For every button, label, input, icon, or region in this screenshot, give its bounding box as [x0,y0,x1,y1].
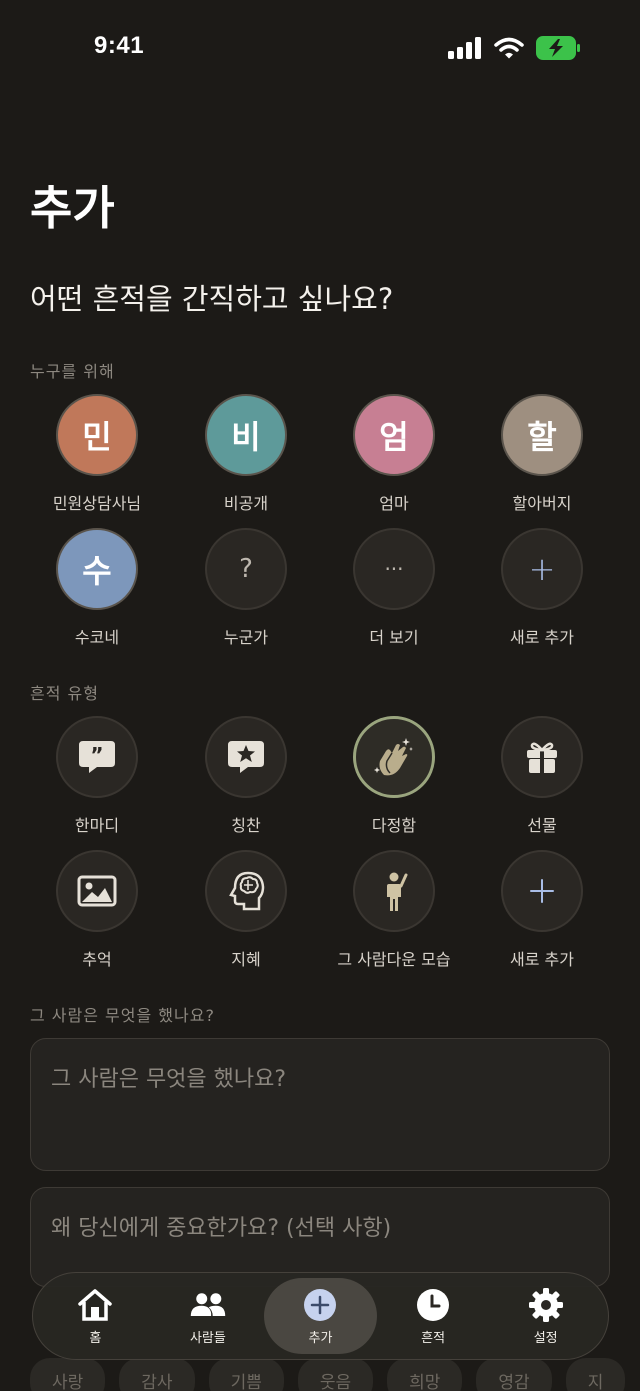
status-bar: 9:41 [0,0,640,96]
people-section-label: 누구를 위해 [30,362,115,381]
status-icons [448,36,582,60]
tab-add-label: 추가 [308,1330,333,1346]
tab-settings[interactable]: 설정 [489,1278,602,1354]
person-item[interactable]: 수 수코네 [23,528,171,648]
type-section-label: 흔적 유형 [30,684,99,703]
what-section-label: 그 사람은 무엇을 했나요? [30,1006,215,1025]
someone-label: 누군가 [223,628,269,647]
type-label: 새로 추가 [510,950,574,969]
tab-traces[interactable]: 흔적 [377,1278,490,1354]
type-item[interactable]: 다정함 [320,716,468,836]
why-placeholder: 왜 당신에게 중요한가요? (선택 사항) [51,1216,392,1241]
add-person-label: 새로 추가 [510,628,574,647]
tab-home-label: 홈 [89,1330,102,1346]
tab-settings-label: 설정 [533,1330,558,1346]
person-name: 할아버지 [512,494,572,513]
person-waving-icon[interactable] [353,850,435,932]
type-item[interactable]: 지혜 [172,850,320,970]
type-label: 다정함 [371,816,417,835]
person-name: 민원상담사님 [52,494,142,513]
person-name: 비공개 [223,494,269,513]
what-textarea[interactable]: 그 사람은 무엇을 했나요? [30,1038,610,1171]
gift-icon[interactable] [501,716,583,798]
tab-add[interactable]: 추가 [264,1278,377,1354]
add-type-item[interactable]: 새로 추가 [468,850,616,970]
more-label: 더 보기 [369,628,419,647]
emotion-chip[interactable]: 기쁨 [208,1358,284,1391]
type-label: 그 사람다운 모습 [337,950,451,969]
clapping-hands-icon[interactable] [353,716,435,798]
type-label: 칭찬 [231,816,261,835]
person-name: 엄마 [379,494,409,513]
type-item[interactable]: 추억 [23,850,171,970]
person-item[interactable]: 엄 엄마 [320,394,468,514]
photo-icon[interactable] [56,850,138,932]
signal-icon [448,37,481,59]
plus-icon[interactable]: + [501,528,583,610]
person-item[interactable]: 민 민원상담사님 [23,394,171,514]
tab-people-label: 사람들 [189,1330,226,1346]
battery-charging-icon [536,36,580,60]
type-item[interactable]: 칭찬 [172,716,320,836]
wifi-icon [494,37,524,59]
person-item[interactable]: 비 비공개 [172,394,320,514]
tab-bar: 홈 사람들 추가 흔적 설정 [32,1272,609,1360]
star-bubble-icon[interactable] [205,716,287,798]
more-item[interactable]: ··· 더 보기 [320,528,468,648]
someone-item[interactable]: ? 누군가 [172,528,320,648]
avatar[interactable]: 수 [56,528,138,610]
person-item[interactable]: 할 할아버지 [468,394,616,514]
avatar[interactable]: 할 [501,394,583,476]
svg-text:”: ” [90,743,103,767]
gear-icon [528,1287,564,1323]
emotion-chip[interactable]: 희망 [387,1358,463,1391]
people-icon [190,1287,226,1323]
emotion-chip[interactable]: 사랑 [30,1358,106,1391]
type-label: 추억 [82,950,112,969]
status-time: 9:41 [94,32,145,59]
emotion-chips: 사랑 감사 기쁨 웃음 희망 영감 지 [30,1358,626,1391]
type-item[interactable]: 그 사람다운 모습 [320,850,468,970]
type-label: 한마디 [74,816,120,835]
person-name: 수코네 [74,628,120,647]
avatar[interactable]: 엄 [353,394,435,476]
add-person-item[interactable]: + 새로 추가 [468,528,616,648]
emotion-chip[interactable]: 지 [565,1358,626,1391]
type-label: 선물 [527,816,557,835]
ellipsis-icon[interactable]: ··· [353,528,435,610]
home-icon [77,1287,113,1323]
brain-head-icon[interactable] [205,850,287,932]
page-question: 어떤 흔적을 간직하고 싶나요? [30,282,394,316]
type-label: 지혜 [231,950,261,969]
question-mark-icon[interactable]: ? [205,528,287,610]
avatar[interactable]: 민 [56,394,138,476]
add-circle-icon [302,1287,338,1323]
type-item[interactable]: ” 한마디 [23,716,171,836]
clock-icon [415,1287,451,1323]
tab-people[interactable]: 사람들 [152,1278,265,1354]
emotion-chip[interactable]: 웃음 [297,1358,374,1391]
quote-bubble-icon[interactable]: ” [56,716,138,798]
tab-home[interactable]: 홈 [39,1278,152,1354]
emotion-chip[interactable]: 영감 [476,1358,552,1391]
what-placeholder: 그 사람은 무엇을 했나요? [51,1067,287,1092]
tab-traces-label: 흔적 [421,1330,446,1346]
page-title: 추가 [30,181,115,235]
type-item[interactable]: 선물 [468,716,616,836]
emotion-chip[interactable]: 감사 [119,1358,195,1391]
avatar[interactable]: 비 [205,394,287,476]
plus-icon[interactable] [501,850,583,932]
